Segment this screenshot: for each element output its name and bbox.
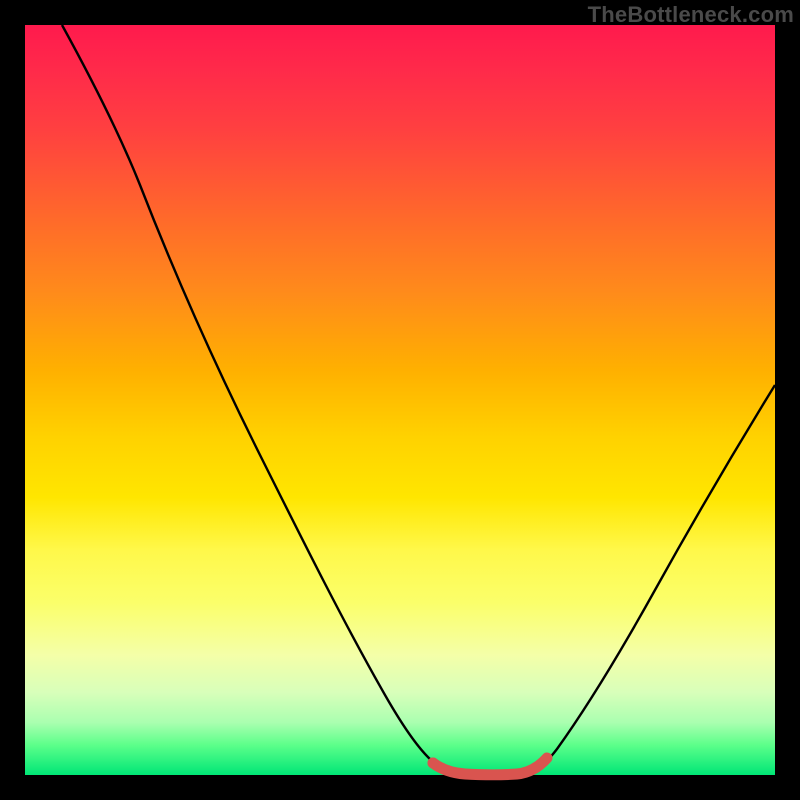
highlight-start-dot	[428, 758, 439, 769]
curve-overlay	[25, 25, 775, 775]
chart-frame: TheBottleneck.com	[0, 0, 800, 800]
bottleneck-curve	[62, 25, 775, 775]
optimal-range-highlight	[433, 758, 547, 775]
